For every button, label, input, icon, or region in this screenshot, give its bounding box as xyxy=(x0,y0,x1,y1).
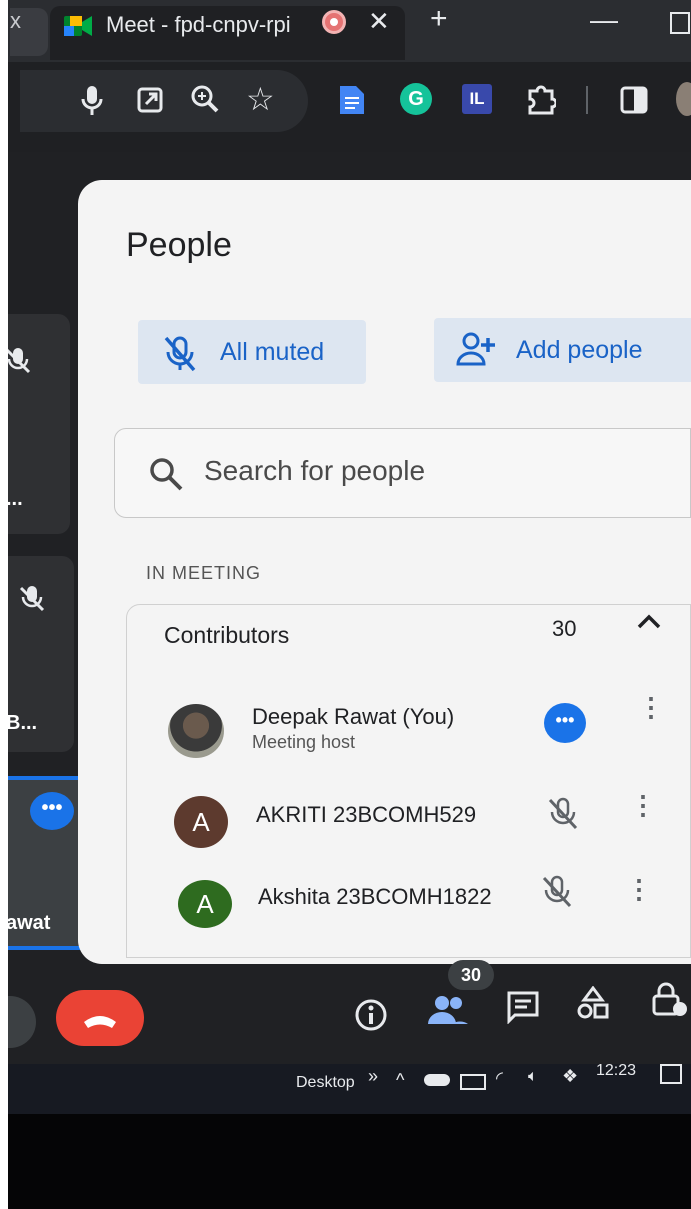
desktop-toolbar-label[interactable]: Desktop xyxy=(296,1074,355,1092)
add-people-label: Add people xyxy=(516,336,643,364)
photo-edge xyxy=(0,0,8,1209)
kebab-menu-icon[interactable]: ⋮ xyxy=(638,694,664,720)
mic-off-icon xyxy=(160,334,200,374)
zoom-icon[interactable] xyxy=(190,84,220,114)
participant-role: Meeting host xyxy=(252,732,356,752)
contributors-count: 30 xyxy=(552,616,577,641)
all-muted-label: All muted xyxy=(220,338,325,366)
end-call-icon xyxy=(84,1016,116,1028)
avatar: A xyxy=(174,796,228,848)
tile-name: awat xyxy=(6,912,51,934)
recording-indicator-icon xyxy=(322,10,346,34)
avatar-initial: A xyxy=(192,807,210,837)
kebab-menu-icon[interactable]: ⋮ xyxy=(626,874,652,905)
end-call-button[interactable] xyxy=(56,990,144,1046)
search-icon xyxy=(148,456,184,492)
tab-close-icon[interactable]: x xyxy=(10,8,21,33)
previous-tab[interactable]: x xyxy=(10,8,48,56)
grammarly-extension-icon[interactable]: G xyxy=(400,83,432,115)
tile-name: B... xyxy=(6,712,38,734)
host-controls-icon[interactable] xyxy=(650,982,690,1018)
more-options-icon[interactable]: ••• xyxy=(544,703,586,743)
participant-name: Deepak Rawat (You) xyxy=(252,704,455,729)
activities-icon[interactable] xyxy=(576,986,610,1020)
star-icon[interactable]: ☆ xyxy=(246,80,275,118)
info-icon[interactable] xyxy=(354,998,388,1032)
notification-icon[interactable] xyxy=(660,1064,682,1084)
minimize-button[interactable]: — xyxy=(590,4,618,36)
profile-avatar[interactable] xyxy=(676,82,691,116)
new-tab-button[interactable]: + xyxy=(430,2,448,36)
up-arrow-icon[interactable]: ^ xyxy=(396,1070,404,1091)
tile-name: ... xyxy=(6,488,23,510)
open-external-icon[interactable] xyxy=(136,86,164,114)
chevron-up-icon[interactable] xyxy=(636,612,662,630)
avatar xyxy=(168,704,224,758)
people-icon[interactable] xyxy=(428,994,468,1026)
muted-mic-icon xyxy=(4,346,32,376)
section-label: IN MEETING xyxy=(146,563,262,583)
participant-name: Akshita 23BCOMH1822 xyxy=(258,884,492,909)
chat-icon[interactable] xyxy=(506,990,540,1024)
contributors-label[interactable]: Contributors xyxy=(164,622,289,649)
dropbox-icon[interactable]: ❖ xyxy=(562,1066,578,1087)
toolbar-chevrons[interactable]: » xyxy=(368,1066,378,1087)
puzzle-extensions-icon[interactable] xyxy=(526,83,556,115)
mic-icon[interactable] xyxy=(80,84,104,118)
side-panel-icon[interactable] xyxy=(620,86,648,114)
maximize-button[interactable] xyxy=(670,12,690,34)
wifi-icon[interactable]: ◜ xyxy=(496,1068,503,1089)
people-count-badge: 30 xyxy=(448,960,494,990)
avatar-initial: A xyxy=(196,889,214,919)
tab-close-button[interactable]: ✕ xyxy=(368,6,390,37)
add-person-icon xyxy=(456,330,500,370)
volume-icon[interactable]: 🔈︎ xyxy=(528,1068,538,1086)
avatar: A xyxy=(178,880,232,928)
il-extension-icon[interactable]: IL xyxy=(462,84,492,114)
muted-mic-icon xyxy=(18,584,46,614)
kebab-menu-icon[interactable]: ⋮ xyxy=(630,790,656,821)
clock-time[interactable]: 12:23 xyxy=(596,1062,636,1080)
toolbar-divider xyxy=(586,86,588,114)
battery-icon[interactable] xyxy=(460,1074,486,1090)
more-options-icon[interactable]: ••• xyxy=(30,792,74,830)
search-placeholder: Search for people xyxy=(204,455,426,486)
monitor-bezel xyxy=(0,1114,691,1209)
tab-title: Meet - fpd-cnpv-rpi xyxy=(106,12,291,37)
muted-mic-icon xyxy=(540,874,574,910)
participant-name: AKRITI 23BCOMH529 xyxy=(256,802,477,827)
meet-favicon-icon xyxy=(64,14,92,38)
docs-extension-icon[interactable] xyxy=(340,84,364,114)
muted-mic-icon xyxy=(546,796,580,832)
panel-title: People xyxy=(126,226,232,264)
onedrive-icon[interactable] xyxy=(424,1074,450,1086)
